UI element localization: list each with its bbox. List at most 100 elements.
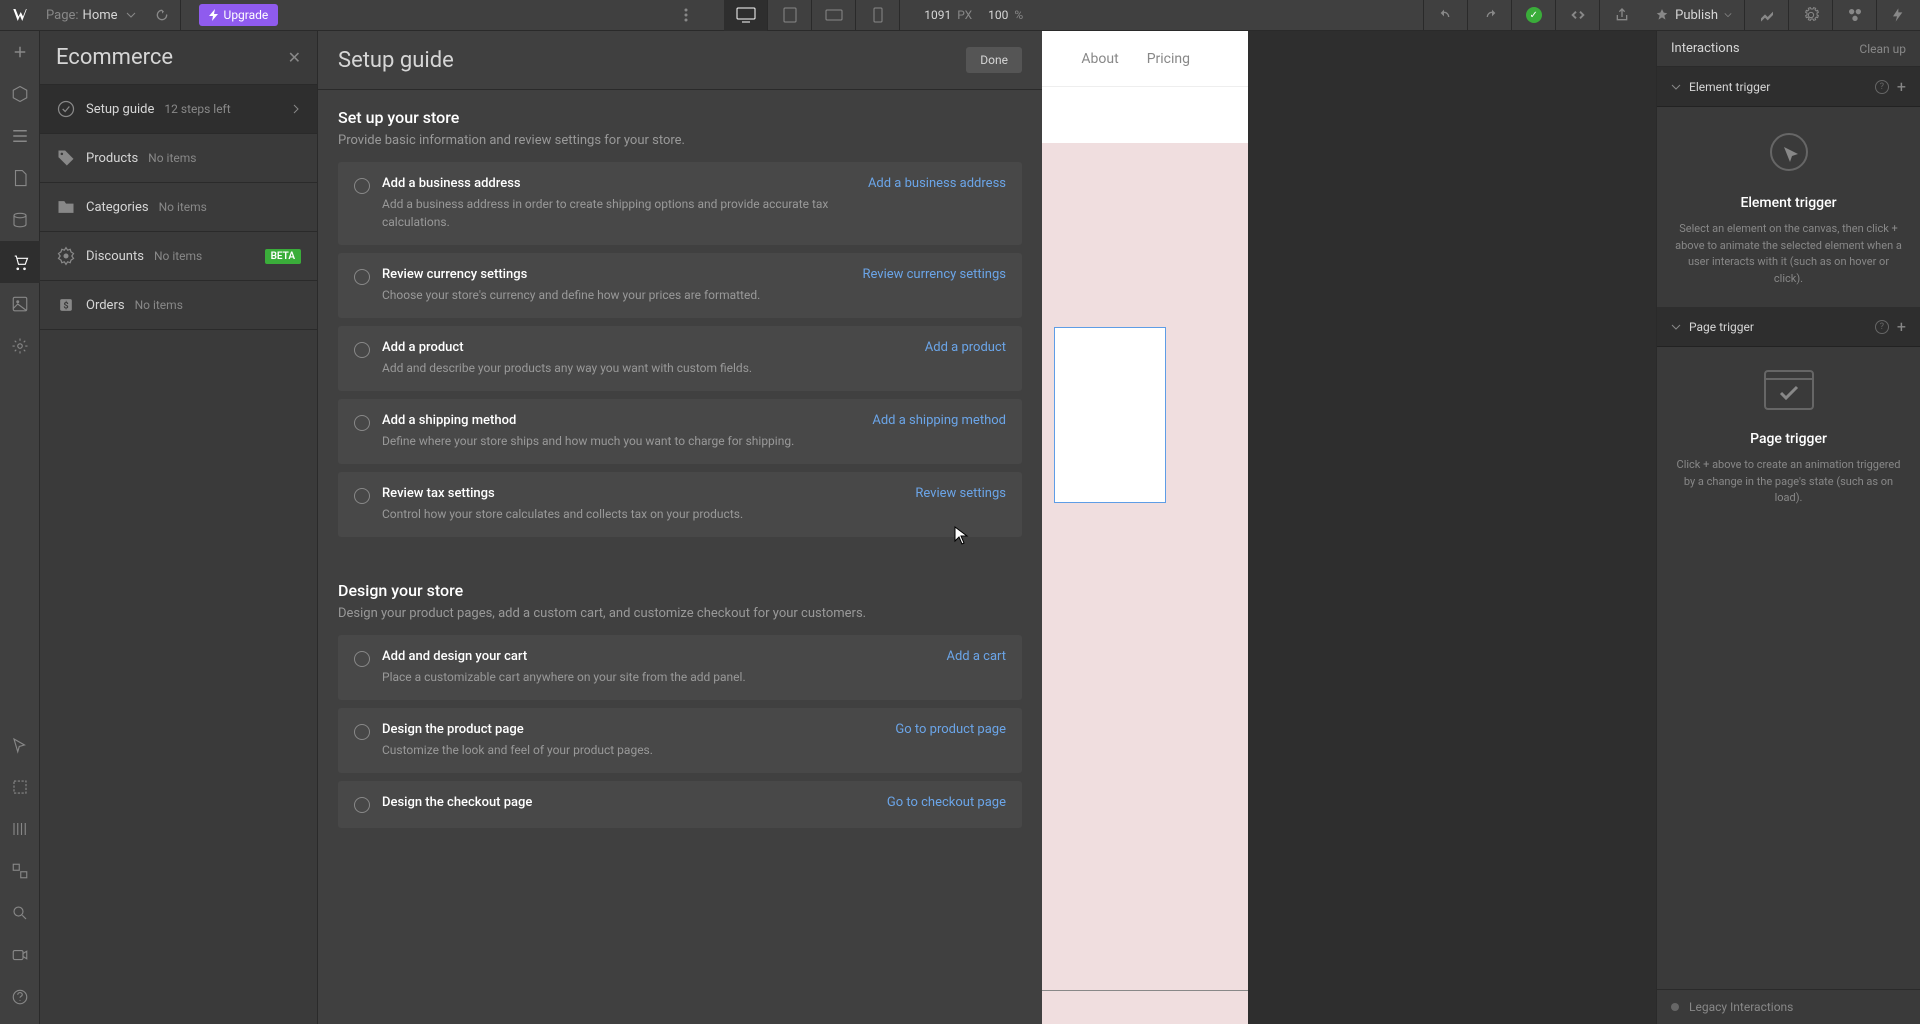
settings-button[interactable]	[0, 325, 40, 367]
preview-button[interactable]	[0, 724, 40, 766]
canvas-nav-link-pricing[interactable]: Pricing	[1147, 51, 1190, 67]
legacy-interactions-row[interactable]: Legacy Interactions	[1657, 989, 1920, 1024]
dot-icon	[1671, 1003, 1679, 1011]
interactions-panel-button[interactable]	[1876, 0, 1920, 31]
page-trigger-row[interactable]: Page trigger ? +	[1657, 307, 1920, 347]
code-export-button[interactable]	[1555, 0, 1599, 31]
plus-icon[interactable]: +	[1897, 77, 1906, 96]
navigator-button[interactable]	[0, 115, 40, 157]
step-action-link[interactable]: Add a shipping method	[872, 413, 1006, 450]
plus-icon[interactable]: +	[1897, 317, 1906, 336]
undo-button[interactable]	[1423, 0, 1467, 31]
legacy-label: Legacy Interactions	[1689, 1000, 1793, 1014]
overflow-menu-icon[interactable]	[678, 7, 694, 23]
circle-icon	[354, 651, 370, 667]
step-action-link[interactable]: Go to checkout page	[887, 795, 1006, 814]
canvas-section-divider	[1042, 990, 1248, 1024]
done-button[interactable]: Done	[966, 47, 1022, 73]
step-item: Design the checkout pageGo to checkout p…	[338, 781, 1022, 828]
page-check-icon	[1761, 367, 1817, 413]
restore-icon[interactable]	[154, 7, 170, 23]
tag-icon	[56, 148, 76, 168]
interactions-header: Interactions	[1671, 41, 1859, 56]
search-button[interactable]	[0, 892, 40, 934]
redo-button[interactable]	[1467, 0, 1511, 31]
sidebar-item-products[interactable]: Products No items	[40, 133, 317, 182]
canvas-nav-link-about[interactable]: About	[1081, 51, 1118, 67]
publish-button[interactable]: Publish	[1643, 8, 1744, 23]
settings-panel-button[interactable]	[1788, 0, 1832, 31]
step-title: Add a business address	[382, 176, 856, 191]
step-action-link[interactable]: Add a cart	[946, 649, 1006, 686]
sidebar-item-meta: No items	[148, 151, 196, 165]
canvas-width-value[interactable]: 1091	[924, 8, 951, 22]
chevron-down-icon	[1671, 322, 1681, 332]
divider	[180, 0, 181, 31]
step-action-link[interactable]: Review settings	[915, 486, 1006, 523]
selected-element-outline[interactable]	[1054, 327, 1166, 503]
video-button[interactable]	[0, 934, 40, 976]
sidebar-item-meta: No items	[159, 200, 207, 214]
step-desc: Customize the look and feel of your prod…	[382, 741, 883, 759]
trigger-desc: Select an element on the canvas, then cl…	[1673, 221, 1904, 287]
sidebar-item-meta: 12 steps left	[164, 102, 230, 116]
grid-button[interactable]	[0, 808, 40, 850]
element-trigger-row[interactable]: Element trigger ? +	[1657, 67, 1920, 107]
step-item: Add a shipping method Define where your s…	[338, 399, 1022, 464]
audit-button[interactable]	[0, 766, 40, 808]
step-action-link[interactable]: Add a product	[925, 340, 1006, 377]
help-icon[interactable]: ?	[1875, 80, 1889, 94]
upgrade-button[interactable]: Upgrade	[199, 4, 279, 26]
sidebar-item-label: Setup guide	[86, 102, 154, 117]
ecommerce-button[interactable]	[0, 241, 40, 283]
assets-button[interactable]	[0, 283, 40, 325]
sidebar-item-orders[interactable]: $ Orders No items	[40, 280, 317, 330]
sidebar-item-setup-guide[interactable]: Setup guide 12 steps left	[40, 84, 317, 133]
pages-button[interactable]	[0, 157, 40, 199]
share-button[interactable]	[1599, 0, 1643, 31]
style-panel-button[interactable]	[1744, 0, 1788, 31]
add-element-button[interactable]	[0, 31, 40, 73]
help-icon[interactable]: ?	[1875, 320, 1889, 334]
canvas-area[interactable]: About Pricing	[1042, 31, 1248, 1024]
upgrade-label: Upgrade	[224, 8, 269, 22]
symbols-button[interactable]	[0, 73, 40, 115]
xray-button[interactable]	[0, 850, 40, 892]
sidebar-item-categories[interactable]: Categories No items	[40, 182, 317, 231]
sidebar-item-label: Products	[86, 151, 138, 166]
chevron-down-icon[interactable]	[126, 10, 136, 20]
step-desc: Add a business address in order to creat…	[382, 195, 856, 231]
clean-up-button[interactable]: Clean up	[1859, 42, 1906, 56]
style-manager-button[interactable]	[1832, 0, 1876, 31]
svg-text:$: $	[63, 300, 68, 311]
device-tablet-button[interactable]	[768, 0, 812, 31]
sidebar-item-discounts[interactable]: Discounts No items BETA	[40, 231, 317, 280]
help-button[interactable]	[0, 976, 40, 1018]
canvas-zoom-value[interactable]: 100	[988, 8, 1008, 22]
step-item: Design the product page Customize the loo…	[338, 708, 1022, 773]
close-icon[interactable]: ✕	[288, 48, 301, 67]
device-desktop-button[interactable]	[724, 0, 768, 31]
step-desc: Control how your store calculates and co…	[382, 505, 903, 523]
sidebar-item-meta: No items	[135, 298, 183, 312]
step-action-link[interactable]: Go to product page	[895, 722, 1006, 759]
step-item: Add and design your cartPlace a customiz…	[338, 635, 1022, 700]
trigger-desc: Click + above to create an animation tri…	[1673, 457, 1904, 507]
publish-label: Publish	[1675, 8, 1718, 23]
webflow-logo[interactable]	[0, 0, 40, 31]
cursor-click-icon	[1764, 127, 1814, 177]
trigger-title: Page trigger	[1673, 431, 1904, 447]
sidebar-item-label: Discounts	[86, 249, 144, 264]
step-title: Design the product page	[382, 722, 883, 737]
page-name[interactable]: Home	[83, 8, 118, 23]
canvas-section[interactable]	[1042, 143, 1248, 1024]
sidebar-item-label: Orders	[86, 298, 125, 313]
step-action-link[interactable]: Add a business address	[868, 176, 1006, 231]
device-landscape-button[interactable]	[812, 0, 856, 31]
circle-icon	[354, 415, 370, 431]
device-mobile-button[interactable]	[856, 0, 900, 31]
step-action-link[interactable]: Review currency settings	[862, 267, 1006, 304]
cms-button[interactable]	[0, 199, 40, 241]
step-desc: Define where your store ships and how mu…	[382, 432, 860, 450]
section-title: Set up your store	[338, 108, 1022, 127]
